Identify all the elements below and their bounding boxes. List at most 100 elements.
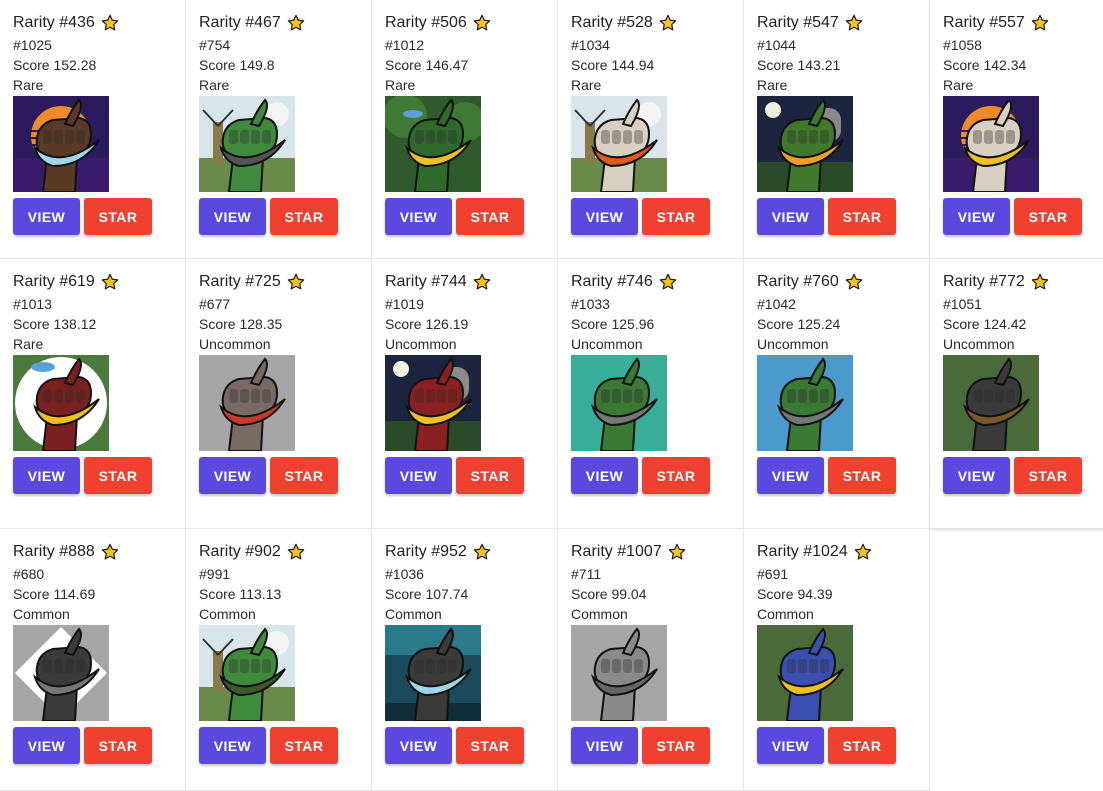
rarity-rank: Rarity #744	[385, 272, 557, 292]
star-icon	[845, 273, 863, 290]
rarity-tier: Rare	[13, 336, 44, 352]
star-icon	[287, 273, 305, 290]
star-button[interactable]: STAR	[84, 198, 152, 235]
view-button[interactable]: VIEW	[199, 727, 266, 764]
rarity-score: Score 152.28	[13, 57, 97, 73]
view-button[interactable]: VIEW	[13, 457, 80, 494]
view-button[interactable]: VIEW	[943, 457, 1010, 494]
rarity-tier: Rare	[385, 77, 416, 93]
star-icon	[668, 543, 685, 560]
card-actions: VIEW STAR	[199, 457, 371, 494]
nft-image	[943, 96, 1039, 192]
rarity-score: Score 94.39	[757, 586, 833, 602]
nft-image	[571, 625, 667, 721]
rarity-tier: Rare	[757, 77, 788, 93]
rarity-score: Score 107.74	[385, 586, 469, 602]
rarity-rank-text: Rarity #1007	[571, 543, 662, 560]
rarity-score: Score 142.34	[943, 57, 1027, 73]
rarity-rank-text: Rarity #760	[757, 273, 839, 290]
star-button[interactable]: STAR	[642, 727, 710, 764]
view-button[interactable]: VIEW	[943, 198, 1010, 235]
star-button[interactable]: STAR	[84, 727, 152, 764]
star-button[interactable]: STAR	[642, 457, 710, 494]
star-button[interactable]: STAR	[1014, 457, 1082, 494]
rarity-rank-text: Rarity #557	[943, 14, 1025, 31]
nft-image	[757, 625, 853, 721]
rarity-rank: Rarity #506	[385, 13, 557, 33]
view-button[interactable]: VIEW	[571, 457, 638, 494]
view-button[interactable]: VIEW	[199, 457, 266, 494]
view-button[interactable]: VIEW	[13, 727, 80, 764]
rarity-tier: Common	[13, 606, 70, 622]
star-button[interactable]: STAR	[828, 457, 896, 494]
rarity-rank: Rarity #1007	[571, 542, 743, 562]
star-button[interactable]: STAR	[642, 198, 710, 235]
rarity-tier: Uncommon	[757, 336, 829, 352]
rarity-rank: Rarity #467	[199, 13, 371, 33]
nft-image	[571, 355, 667, 451]
view-button[interactable]: VIEW	[757, 457, 824, 494]
star-icon	[473, 14, 491, 31]
rarity-rank-text: Rarity #506	[385, 14, 467, 31]
rarity-rank-text: Rarity #547	[757, 14, 839, 31]
rarity-rank: Rarity #619	[13, 272, 185, 292]
token-id: #1034	[571, 37, 610, 53]
rarity-tier: Common	[757, 606, 814, 622]
card-actions: VIEW STAR	[571, 727, 743, 764]
card-actions: VIEW STAR	[571, 457, 743, 494]
rarity-rank-text: Rarity #1024	[757, 543, 848, 560]
token-id: #754	[199, 37, 231, 53]
rarity-rank: Rarity #547	[757, 13, 929, 33]
star-icon	[1031, 14, 1049, 31]
star-button[interactable]: STAR	[828, 727, 896, 764]
nft-card: Rarity #506 #1012 Score 146.47 Rare VIEW STAR	[372, 0, 558, 259]
token-id: #1051	[943, 296, 982, 312]
rarity-rank-text: Rarity #528	[571, 14, 653, 31]
rarity-score: Score 124.42	[943, 316, 1027, 332]
star-button[interactable]: STAR	[1014, 198, 1082, 235]
star-icon	[473, 543, 491, 560]
star-button[interactable]: STAR	[84, 457, 152, 494]
view-button[interactable]: VIEW	[757, 727, 824, 764]
star-icon	[287, 14, 305, 31]
star-button[interactable]: STAR	[456, 198, 524, 235]
rarity-tier: Uncommon	[199, 336, 271, 352]
rarity-rank-text: Rarity #436	[13, 14, 95, 31]
star-button[interactable]: STAR	[456, 457, 524, 494]
rarity-rank: Rarity #725	[199, 272, 371, 292]
star-icon	[1031, 273, 1049, 290]
view-button[interactable]: VIEW	[13, 198, 80, 235]
star-icon	[845, 14, 863, 31]
nft-image	[385, 96, 481, 192]
token-id: #1058	[943, 37, 982, 53]
star-button[interactable]: STAR	[270, 457, 338, 494]
view-button[interactable]: VIEW	[199, 198, 266, 235]
card-actions: VIEW STAR	[757, 457, 929, 494]
star-button[interactable]: STAR	[270, 727, 338, 764]
nft-image	[13, 96, 109, 192]
view-button[interactable]: VIEW	[571, 727, 638, 764]
token-id: #1033	[571, 296, 610, 312]
view-button[interactable]: VIEW	[385, 457, 452, 494]
rarity-score: Score 125.96	[571, 316, 655, 332]
rarity-tier: Rare	[943, 77, 974, 93]
nft-card: Rarity #744 #1019 Score 126.19 Uncommon VIEW…	[372, 259, 558, 529]
nft-image	[199, 625, 295, 721]
view-button[interactable]: VIEW	[757, 198, 824, 235]
rarity-rank: Rarity #528	[571, 13, 743, 33]
nft-image	[13, 625, 109, 721]
card-actions: VIEW STAR	[757, 727, 929, 764]
token-id: #1044	[757, 37, 796, 53]
token-id: #1025	[13, 37, 52, 53]
star-button[interactable]: STAR	[270, 198, 338, 235]
star-button[interactable]: STAR	[456, 727, 524, 764]
rarity-tier: Common	[385, 606, 442, 622]
nft-card: Rarity #436 #1025 Score 152.28 Rare VIEW STAR	[0, 0, 186, 259]
star-button[interactable]: STAR	[828, 198, 896, 235]
view-button[interactable]: VIEW	[385, 198, 452, 235]
token-id: #1013	[13, 296, 52, 312]
view-button[interactable]: VIEW	[385, 727, 452, 764]
view-button[interactable]: VIEW	[571, 198, 638, 235]
token-id: #1036	[385, 566, 424, 582]
rarity-rank-text: Rarity #952	[385, 543, 467, 560]
